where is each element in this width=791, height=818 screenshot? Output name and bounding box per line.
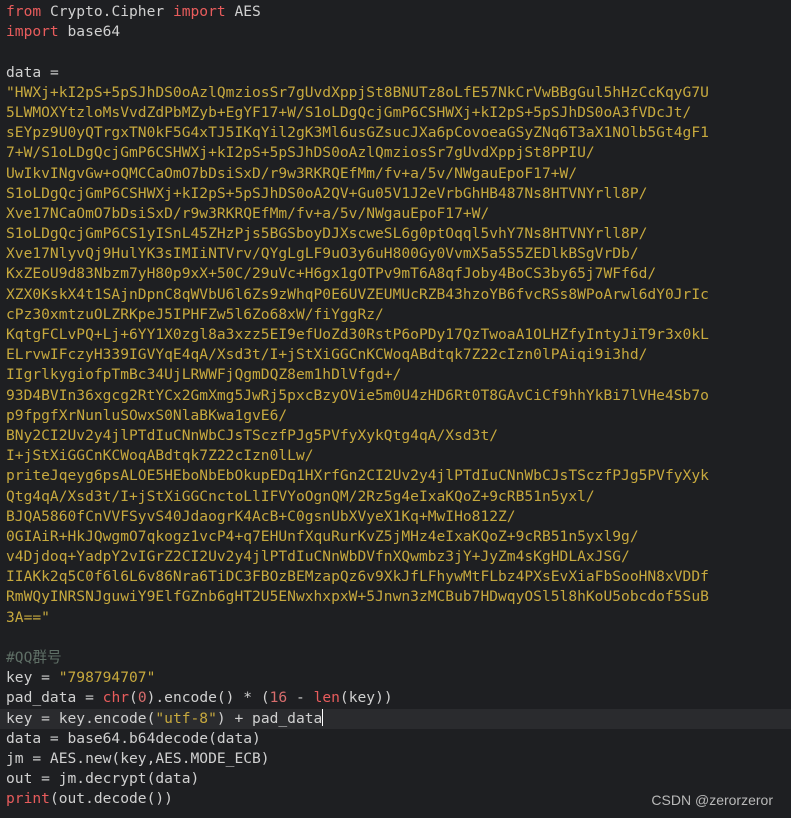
csdn-watermark: CSDN @zerorzeror: [651, 791, 773, 808]
len-args: (key)): [339, 689, 393, 707]
data-string-line[interactable]: I+jStXiGGCnKCWoqABdtqk7Z22cIzn0lLw/: [0, 446, 791, 466]
pad-data-line[interactable]: pad_data = chr(0).encode() * (16 - len(k…: [0, 688, 791, 708]
variable-data: data: [6, 63, 42, 81]
data-string-line[interactable]: v4Djdoq+YadpY2vIGrZ2CI2Uv2y4jlPTdIuCNnWb…: [0, 547, 791, 567]
data-string-line[interactable]: S1oLDgQcjGmP6CS1yISnL45ZHzPjs5BGSboyDJXs…: [0, 224, 791, 244]
data-string-line[interactable]: "HWXj+kI2pS+5pSJhDS0oAzlQmziosSr7gUvdXpp…: [0, 83, 791, 103]
module-name: Crypto.Cipher: [41, 3, 173, 20]
encode-call: ).encode() * (: [146, 689, 270, 707]
data-string-line[interactable]: BNy2CI2Uv2y4jlPTdIuCNnWbCJsTSczfPJg5PVfy…: [0, 426, 791, 446]
decrypt-line[interactable]: out = jm.decrypt(data): [0, 769, 791, 789]
utf8-string: "utf-8": [155, 709, 217, 727]
variable-pad-data: pad_data: [6, 689, 77, 707]
data-string-line[interactable]: ELrvwIFczyH339IGVYqE4qA/Xsd3t/I+jStXiGGC…: [0, 345, 791, 365]
key-assign-line[interactable]: key = "798794707": [0, 668, 791, 688]
print-args: (out.decode()): [49, 790, 173, 808]
data-string-line[interactable]: 3A==": [0, 608, 791, 628]
assign-operator: =: [41, 63, 59, 81]
builtin-print: print: [6, 790, 50, 808]
data-string-line[interactable]: BJQA5860fCnVVFSyvS40JdaogrK4AcB+C0gsnUbX…: [0, 507, 791, 527]
minus-operator: -: [287, 689, 314, 707]
assign-operator: =: [32, 669, 59, 687]
text-cursor: [322, 708, 324, 726]
data-string-line[interactable]: Xve17NCaOmO7bDsiSxD/r9w3RKRQEfMm/fv+a/5v…: [0, 204, 791, 224]
paren-open: (: [129, 689, 138, 707]
aes-new-line[interactable]: jm = AES.new(key,AES.MODE_ECB): [0, 749, 791, 769]
data-string-line[interactable]: 0GIAiR+HkJQwgmO7qkogz1vcP4+q7EHUnfXquRur…: [0, 527, 791, 547]
code-line-3-blank[interactable]: [0, 42, 791, 62]
data-string-line[interactable]: Xve17NlyvQj9HulYK3sIMIiNTVrv/QYgLgLF9uO3…: [0, 244, 791, 264]
keyword-import: import: [6, 23, 59, 41]
data-string-line[interactable]: S1oLDgQcjGmP6CSHWXj+kI2pS+5pSJhDS0oA2QV+…: [0, 184, 791, 204]
b64-decode-line[interactable]: data = base64.b64decode(data): [0, 729, 791, 749]
keyword-from: from: [6, 3, 42, 20]
builtin-chr: chr: [102, 689, 130, 707]
code-line-1[interactable]: from Crypto.Cipher import AES: [0, 2, 791, 22]
data-string-line[interactable]: RmWQyINRSNJguwiY9ElfGZnb6gHT2U5ENwxhxpxW…: [0, 587, 791, 607]
data-string-line[interactable]: XZX0KskX4t1SAjnDpnC8qWVbU6l6Zs9zWhqP0E6U…: [0, 285, 791, 305]
data-string-line[interactable]: KxZEoU9d83Nbzm7yH80p9xX+50C/29uVc+H6gx1g…: [0, 264, 791, 284]
number-sixteen: 16: [269, 689, 288, 707]
data-string-line[interactable]: UwIkvINgvGw+oQMCCaOmO7bDsiSxD/r9w3RKRQEf…: [0, 164, 791, 184]
data-string-line[interactable]: IIAKk2q5C0f6l6L6v86Nra6TiDC3FBOzBEMzapQz…: [0, 567, 791, 587]
data-string-line[interactable]: 7+W/S1oLDgQcjGmP6CSHWXj+kI2pS+5pSJhDS0oA…: [0, 143, 791, 163]
data-string-line[interactable]: cPz30xmtzuOLZRKpeJ5IPHFZw5l6Zo68xW/fiYgg…: [0, 305, 791, 325]
assign-operator: =: [76, 689, 103, 707]
data-string-line[interactable]: 5LWMOXYtzloMsVvdZdPbMZyb+EgYF17+W/S1oLDg…: [0, 103, 791, 123]
variable-key: key: [6, 669, 33, 687]
keyword-import: import: [172, 3, 226, 20]
code-line-blank[interactable]: [0, 628, 791, 648]
number-zero: 0: [137, 689, 147, 707]
data-string-line[interactable]: Qtg4qA/Xsd3t/I+jStXiGGCnctoLlIFVYoOgnQM/…: [0, 487, 791, 507]
data-string-line[interactable]: sEYpz9U0yQTrgxTN0kF5G4xTJ5IKqYil2gK3Ml6u…: [0, 123, 791, 143]
import-target: base64: [58, 23, 121, 41]
import-target: AES: [225, 3, 261, 20]
key-concat: ) + pad_data: [216, 709, 323, 727]
data-string-line[interactable]: KqtgFCLvPQ+Lj+6YY1X0zgl8a3xzz5EI9efUoZd3…: [0, 325, 791, 345]
builtin-len: len: [313, 689, 340, 707]
code-editor[interactable]: from Crypto.Cipher import AES import bas…: [0, 0, 791, 818]
code-line-2[interactable]: import base64: [0, 22, 791, 42]
key-encode-call: key = key.encode(: [6, 709, 156, 727]
data-string-line[interactable]: p9fpgfXrNunluSOwxS0NlaBKwa1gvE6/: [0, 406, 791, 426]
comment-line[interactable]: #QQ群号: [0, 648, 791, 668]
data-string-line[interactable]: priteJqeyg6psALOE5HEboNbEbOkupEDq1HXrfGn…: [0, 466, 791, 486]
key-string: "798794707": [58, 669, 156, 687]
data-string-line[interactable]: 93D4BVIn36xgcg2RtYCx2GmXmg5JwRj5pxcBzyOV…: [0, 386, 791, 406]
code-line-4[interactable]: data =: [0, 63, 791, 83]
data-string-line[interactable]: IIgrlkygiofpTmBc34UjLRWWFjQgmDQZ8em1hDlV…: [0, 365, 791, 385]
key-encode-line[interactable]: key = key.encode("utf-8") + pad_data: [0, 708, 791, 729]
